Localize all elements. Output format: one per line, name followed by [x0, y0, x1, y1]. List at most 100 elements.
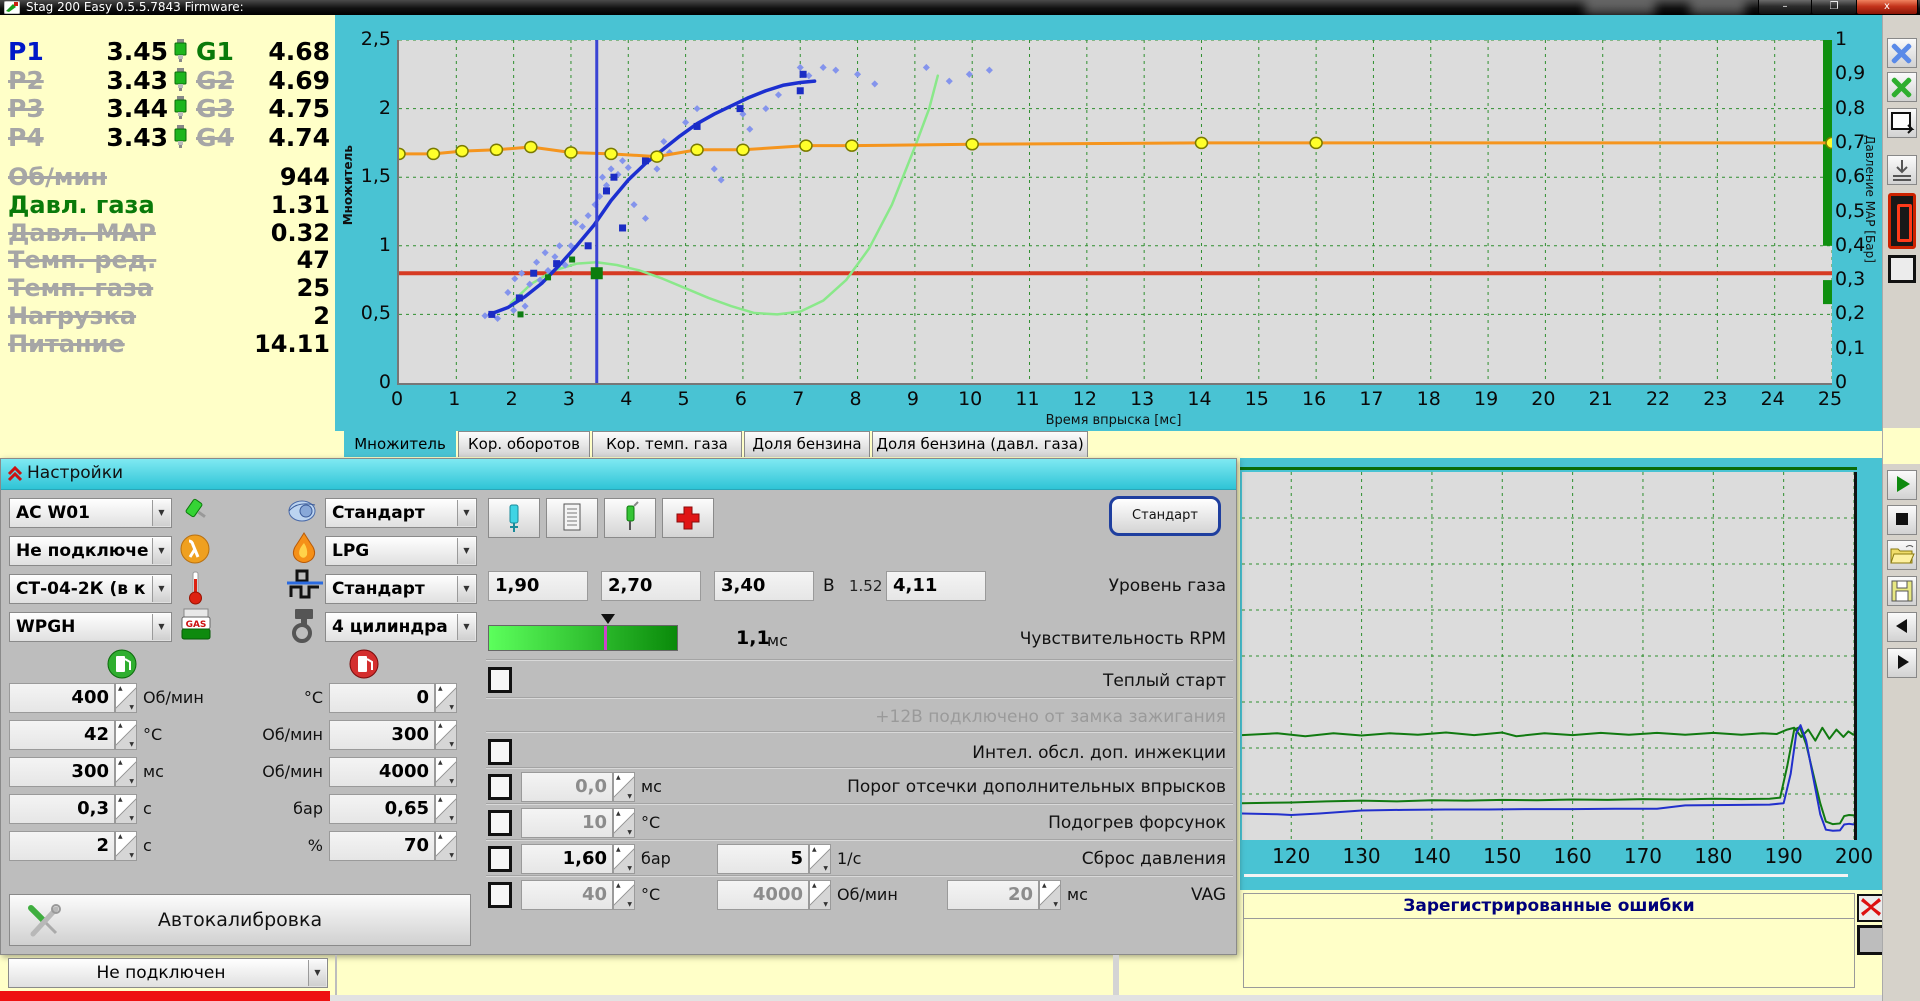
restore-button[interactable]: ❐ — [1811, 0, 1857, 15]
setting-field[interactable]: 0,65 — [329, 794, 435, 824]
setting-field[interactable]: 0 — [329, 683, 435, 713]
collect-button[interactable] — [1887, 155, 1917, 185]
chevron-down-icon[interactable]: ▼ — [457, 576, 475, 602]
setting-stepper[interactable] — [115, 794, 137, 824]
setting-stepper[interactable] — [115, 720, 137, 750]
tab-gas-temp-correction[interactable]: Кор. темп. газа — [592, 431, 742, 457]
warm-start-checkbox[interactable] — [488, 667, 512, 693]
pressure-reset-checkbox[interactable] — [488, 846, 512, 872]
autocalibration-button[interactable]: Автокалибровка — [9, 894, 471, 946]
vag-temp-stepper[interactable] — [613, 880, 635, 910]
temp-sensor-select[interactable]: СТ-04-2К (в к ▼ — [9, 574, 172, 604]
chevron-down-icon[interactable]: ▼ — [152, 614, 170, 640]
tab-multiplier[interactable]: Множитель — [344, 431, 456, 457]
injector-heating-stepper[interactable] — [613, 808, 635, 838]
pressure-reset-rate-stepper[interactable] — [809, 844, 831, 874]
pressure-reset-bar-stepper[interactable] — [613, 844, 635, 874]
tab-petrol-share-gas-pressure[interactable]: Доля бензина (давл. газа) — [872, 431, 1088, 457]
setting-field[interactable]: 0,3 — [9, 794, 115, 824]
pressure-reset-bar-field[interactable]: 1,60 — [521, 844, 613, 874]
readout-row: Давл. газа 1.31 — [0, 191, 335, 219]
tab-rpm-correction[interactable]: Кор. оборотов — [458, 431, 590, 457]
vag-checkbox[interactable] — [488, 882, 512, 908]
setting-field[interactable]: 42 — [9, 720, 115, 750]
close-button[interactable]: x — [1856, 0, 1918, 15]
rpm-sensitivity-slider[interactable] — [488, 625, 678, 651]
gas-level-sensor-select[interactable]: WPGH ▼ — [9, 612, 172, 642]
oscilloscope-next-button[interactable] — [1887, 648, 1917, 678]
slider-handle[interactable] — [604, 626, 607, 650]
close-blue-button[interactable] — [1887, 38, 1917, 68]
setting-stepper[interactable] — [115, 831, 137, 861]
oscilloscope-stop-button[interactable] — [1887, 505, 1917, 535]
injector-calibration-button[interactable] — [604, 498, 656, 538]
extra-injection-cutoff-checkbox[interactable] — [488, 774, 512, 800]
setting-field[interactable]: 4000 — [329, 757, 435, 787]
setting-field[interactable]: 70 — [329, 831, 435, 861]
injector-heating-checkbox[interactable] — [488, 810, 512, 836]
setting-stepper[interactable] — [435, 757, 457, 787]
oscilloscope-prev-button[interactable] — [1887, 612, 1917, 642]
oscilloscope-scrollbar[interactable] — [1244, 874, 1848, 877]
setting-stepper[interactable] — [435, 831, 457, 861]
setting-stepper[interactable] — [435, 720, 457, 750]
setting-stepper[interactable] — [435, 794, 457, 824]
oscilloscope-save-button[interactable] — [1887, 576, 1917, 606]
car-profile-select[interactable]: Стандарт ▼ — [325, 498, 477, 528]
signal-type-select[interactable]: Стандарт ▼ — [325, 574, 477, 604]
vag-time-field[interactable]: 20 — [947, 880, 1039, 910]
chevron-down-icon[interactable]: ▼ — [457, 500, 475, 526]
setting-stepper[interactable] — [115, 683, 137, 713]
pressure-reset-rate-field[interactable]: 5 — [717, 844, 809, 874]
errors-list[interactable] — [1244, 919, 1854, 987]
oscilloscope-plot-area[interactable] — [1241, 472, 1857, 840]
extra-injection-cutoff-stepper[interactable] — [613, 772, 635, 802]
setting-field[interactable]: 300 — [329, 720, 435, 750]
indicator-box[interactable] — [1888, 255, 1916, 283]
injector-test-button[interactable] — [488, 498, 540, 538]
tab-petrol-share[interactable]: Доля бензина — [744, 431, 870, 457]
gas-level-threshold-1[interactable]: 1,90 — [488, 571, 588, 601]
oscilloscope-open-button[interactable] — [1887, 540, 1917, 570]
chevron-down-icon[interactable]: ▼ — [457, 538, 475, 564]
right-tick-label: 0,3 — [1835, 268, 1866, 291]
oscilloscope-play-button[interactable] — [1887, 470, 1917, 500]
chevron-down-icon[interactable]: ▼ — [152, 500, 170, 526]
gas-level-threshold-2[interactable]: 2,70 — [601, 571, 701, 601]
multiplier-plot-area[interactable] — [392, 39, 1839, 385]
diagnostics-button[interactable] — [662, 498, 714, 538]
setting-field[interactable]: 2 — [9, 831, 115, 861]
report-button[interactable] — [546, 498, 598, 538]
standard-button[interactable]: Стандарт — [1109, 496, 1221, 536]
slider-pointer-icon[interactable] — [601, 614, 615, 624]
setting-stepper[interactable] — [115, 757, 137, 787]
connection-status-select[interactable]: Не подключен ▼ — [8, 958, 328, 988]
lambda-select[interactable]: Не подключе ▼ — [9, 536, 172, 566]
gas-level-threshold-4[interactable]: 4,11 — [886, 571, 986, 601]
collapse-chevrons-icon[interactable] — [7, 466, 23, 482]
setting-field[interactable]: 400 — [9, 683, 115, 713]
chevron-down-icon[interactable]: ▼ — [152, 538, 170, 564]
extra-injection-cutoff-field[interactable]: 0,0 — [521, 772, 613, 802]
setting-stepper[interactable] — [435, 683, 457, 713]
minimize-button[interactable]: – — [1758, 0, 1812, 15]
setting-field[interactable]: 300 — [9, 757, 115, 787]
vag-rpm-stepper[interactable] — [809, 880, 831, 910]
vag-temp-field[interactable]: 40 — [521, 880, 613, 910]
gas-level-threshold-3[interactable]: 3,40 — [714, 571, 814, 601]
intel-extra-injection-checkbox[interactable] — [488, 739, 512, 765]
apply-green-button[interactable] — [1887, 72, 1917, 102]
petrol-pump-red-icon[interactable] — [349, 649, 379, 679]
injector-heating-field[interactable]: 10 — [521, 808, 613, 838]
chevron-down-icon[interactable]: ▼ — [152, 576, 170, 602]
cylinder-count-select[interactable]: 4 цилиндра ▼ — [325, 612, 477, 642]
vag-time-stepper[interactable] — [1039, 880, 1061, 910]
petrol-pump-green-icon[interactable] — [107, 649, 137, 679]
chevron-down-icon[interactable]: ▼ — [457, 614, 475, 640]
loop-button[interactable] — [1887, 108, 1917, 138]
fuel-type-select[interactable]: LPG ▼ — [325, 536, 477, 566]
vag-rpm-field[interactable]: 4000 — [717, 880, 809, 910]
chevron-down-icon[interactable]: ▼ — [308, 960, 326, 986]
settings-header[interactable]: Настройки — [1, 459, 1236, 490]
injector-type-select[interactable]: AC W01 ▼ — [9, 498, 172, 528]
